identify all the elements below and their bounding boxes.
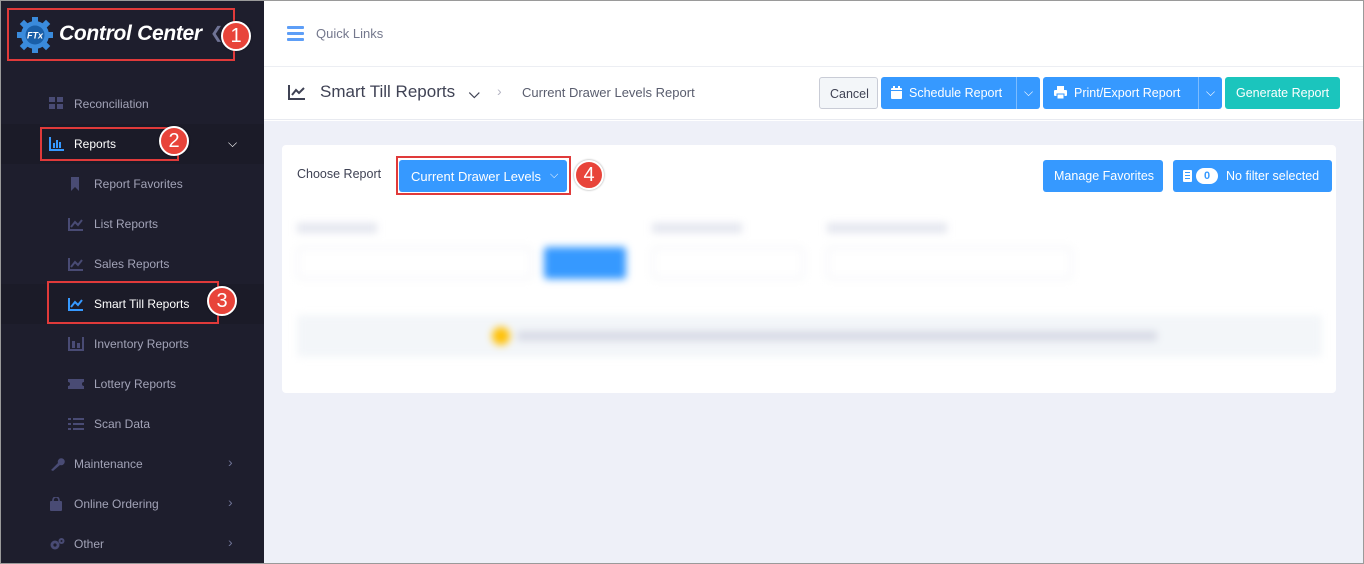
chevron-right-icon: › [228,534,233,550]
blurred-label [297,223,377,233]
blurred-label [652,223,742,233]
blurred-select [827,247,1072,279]
chevron-down-icon: ⌵ [228,136,238,150]
schedule-report-button[interactable]: Schedule Report ⌵ [881,77,1040,109]
generate-report-label: Generate Report [1236,86,1330,100]
chevron-down-icon: ⌵ [1206,85,1216,99]
ticket-icon [68,379,84,389]
chevron-right-icon: › [228,454,233,470]
chevron-right-icon: › [228,494,233,510]
annotation-number-2: 2 [159,126,189,156]
chevron-down-icon: ⌵ [1024,85,1034,99]
chevron-down-icon[interactable]: ⌵ [469,85,480,102]
inventory-icon [68,337,84,351]
blurred-alert [297,315,1322,357]
sidebar-item-reconciliation[interactable]: Reconciliation [1,84,264,124]
filter-icon [1183,170,1192,182]
print-icon [1054,86,1067,99]
sidebar-item-other[interactable]: Other › [1,524,264,564]
blurred-input [297,247,532,279]
sidebar-item-label: Maintenance [74,457,143,471]
sidebar-item-inventory-reports[interactable]: Inventory Reports [1,324,264,364]
breadcrumb: Current Drawer Levels Report [522,85,695,100]
filter-button[interactable]: 0 No filter selected [1173,160,1332,192]
blurred-label [827,223,947,233]
annotation-box-4 [396,156,571,195]
sidebar-item-report-favorites[interactable]: Report Favorites [1,164,264,204]
line-chart-icon [288,85,305,100]
annotation-number-3: 3 [207,286,237,316]
annotation-box-3 [47,281,219,324]
cancel-button-label: Cancel [830,87,869,101]
gears-icon [50,538,65,550]
menu-icon[interactable] [287,26,304,41]
line-chart-icon [68,218,83,231]
blurred-button [544,247,626,279]
sidebar-item-label: Other [74,537,105,551]
breadcrumb-separator-icon: › [497,83,502,99]
annotation-box-2 [40,127,179,161]
sidebar-item-label: Online Ordering [74,497,159,511]
warning-icon [492,327,510,345]
schedule-report-label: Schedule Report [909,86,1003,100]
filter-count-badge: 0 [1196,168,1218,184]
sidebar-item-label: Report Favorites [94,177,183,191]
sidebar-item-label: Reconciliation [74,97,149,111]
sidebar-item-lottery-reports[interactable]: Lottery Reports [1,364,264,404]
annotation-box-1 [7,8,235,61]
sidebar-item-scan-data[interactable]: Scan Data [1,404,264,444]
page-title: Smart Till Reports [320,82,456,101]
print-export-button[interactable]: Print/Export Report ⌵ [1043,77,1222,109]
blurred-filter-area [282,207,1336,393]
line-chart-icon [68,258,83,271]
grid-icon [49,97,63,109]
print-dropdown-toggle[interactable]: ⌵ [1198,77,1222,109]
sidebar-item-label: Scan Data [94,417,151,431]
calendar-icon [891,86,902,99]
sidebar-item-label: Sales Reports [94,257,170,271]
quick-links-link[interactable]: Quick Links [316,26,383,41]
list-icon [68,418,84,430]
schedule-dropdown-toggle[interactable]: ⌵ [1016,77,1040,109]
sidebar-item-label: List Reports [94,217,159,231]
annotation-number-1: 1 [221,21,251,51]
subheader: Smart Till Reports ⌵ › Current Drawer Le… [264,68,1363,120]
topbar: Quick Links [264,1,1363,67]
blurred-select [652,247,804,279]
manage-favorites-button[interactable]: Manage Favorites [1043,160,1163,192]
annotation-number-4: 4 [574,160,604,190]
filter-status-label: No filter selected [1226,169,1320,183]
print-export-label: Print/Export Report [1074,86,1181,100]
generate-report-button[interactable]: Generate Report [1225,77,1340,109]
wrench-icon [51,458,65,471]
sidebar-item-maintenance[interactable]: Maintenance › [1,444,264,484]
sidebar-item-label: Inventory Reports [94,337,189,351]
manage-favorites-label: Manage Favorites [1054,169,1155,183]
cancel-button[interactable]: Cancel [819,77,878,109]
choose-report-label: Choose Report [297,167,382,181]
sidebar-item-label: Lottery Reports [94,377,177,391]
sidebar-item-online-ordering[interactable]: Online Ordering › [1,484,264,524]
sidebar-item-list-reports[interactable]: List Reports [1,204,264,244]
sidebar-item-sales-reports[interactable]: Sales Reports [1,244,264,284]
bag-icon [50,497,62,511]
bookmark-icon [71,177,79,191]
